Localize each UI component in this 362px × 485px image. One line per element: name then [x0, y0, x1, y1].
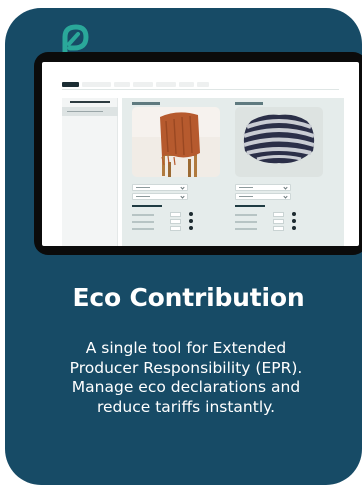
feature-card: Eco Contribution A single tool for Exten…	[5, 8, 362, 485]
striped-sweater-image	[235, 107, 323, 177]
description-line: Producer Responsibility (EPR).	[69, 358, 303, 377]
status-dot-icon	[189, 226, 193, 230]
product-heading	[132, 102, 160, 105]
description-line: Manage eco declarations and	[71, 378, 301, 396]
value-field[interactable]	[170, 212, 181, 217]
app-tab	[156, 82, 176, 87]
row-label	[132, 228, 154, 230]
value-field[interactable]	[273, 226, 284, 231]
row-label	[235, 228, 257, 230]
leaf-logo-icon	[62, 24, 89, 55]
description-line: A single tool for Extended	[85, 339, 287, 357]
app-screenshot-frame	[34, 52, 362, 255]
value-field[interactable]	[273, 219, 284, 224]
section-heading	[132, 205, 162, 207]
product-select[interactable]	[132, 184, 188, 191]
app-tab	[82, 82, 111, 87]
row-label	[132, 221, 154, 223]
wooden-chair-image	[132, 107, 220, 177]
description-line: reduce tariffs instantly.	[96, 397, 276, 416]
card-title: Eco Contribution	[72, 283, 305, 312]
status-dot-icon	[189, 219, 193, 223]
sidebar-heading	[70, 101, 110, 103]
app-tab	[179, 82, 194, 87]
row-label	[132, 214, 154, 216]
status-dot-icon	[292, 226, 296, 230]
app-tab	[133, 82, 153, 87]
app-tab-bar	[62, 82, 209, 88]
sidebar-item	[62, 107, 118, 116]
section-heading	[235, 205, 265, 207]
status-dot-icon	[292, 219, 296, 223]
product-heading	[235, 102, 263, 105]
app-main-panel	[122, 98, 344, 246]
product-select[interactable]	[235, 184, 291, 191]
product-select[interactable]	[132, 193, 188, 200]
row-label	[235, 214, 257, 216]
value-field[interactable]	[170, 226, 181, 231]
app-tab	[114, 82, 130, 87]
row-label	[235, 221, 257, 223]
card-description: A single tool for Extended Producer Resp…	[5, 339, 362, 417]
value-field[interactable]	[273, 212, 284, 217]
status-dot-icon	[292, 212, 296, 216]
app-tab	[197, 82, 209, 87]
product-card	[235, 98, 323, 246]
product-card	[132, 98, 220, 246]
value-field[interactable]	[170, 219, 181, 224]
app-preview	[42, 62, 359, 246]
app-sidebar	[62, 98, 118, 246]
product-select[interactable]	[235, 193, 291, 200]
app-tab	[62, 82, 79, 87]
tab-divider	[62, 89, 339, 90]
status-dot-icon	[189, 212, 193, 216]
